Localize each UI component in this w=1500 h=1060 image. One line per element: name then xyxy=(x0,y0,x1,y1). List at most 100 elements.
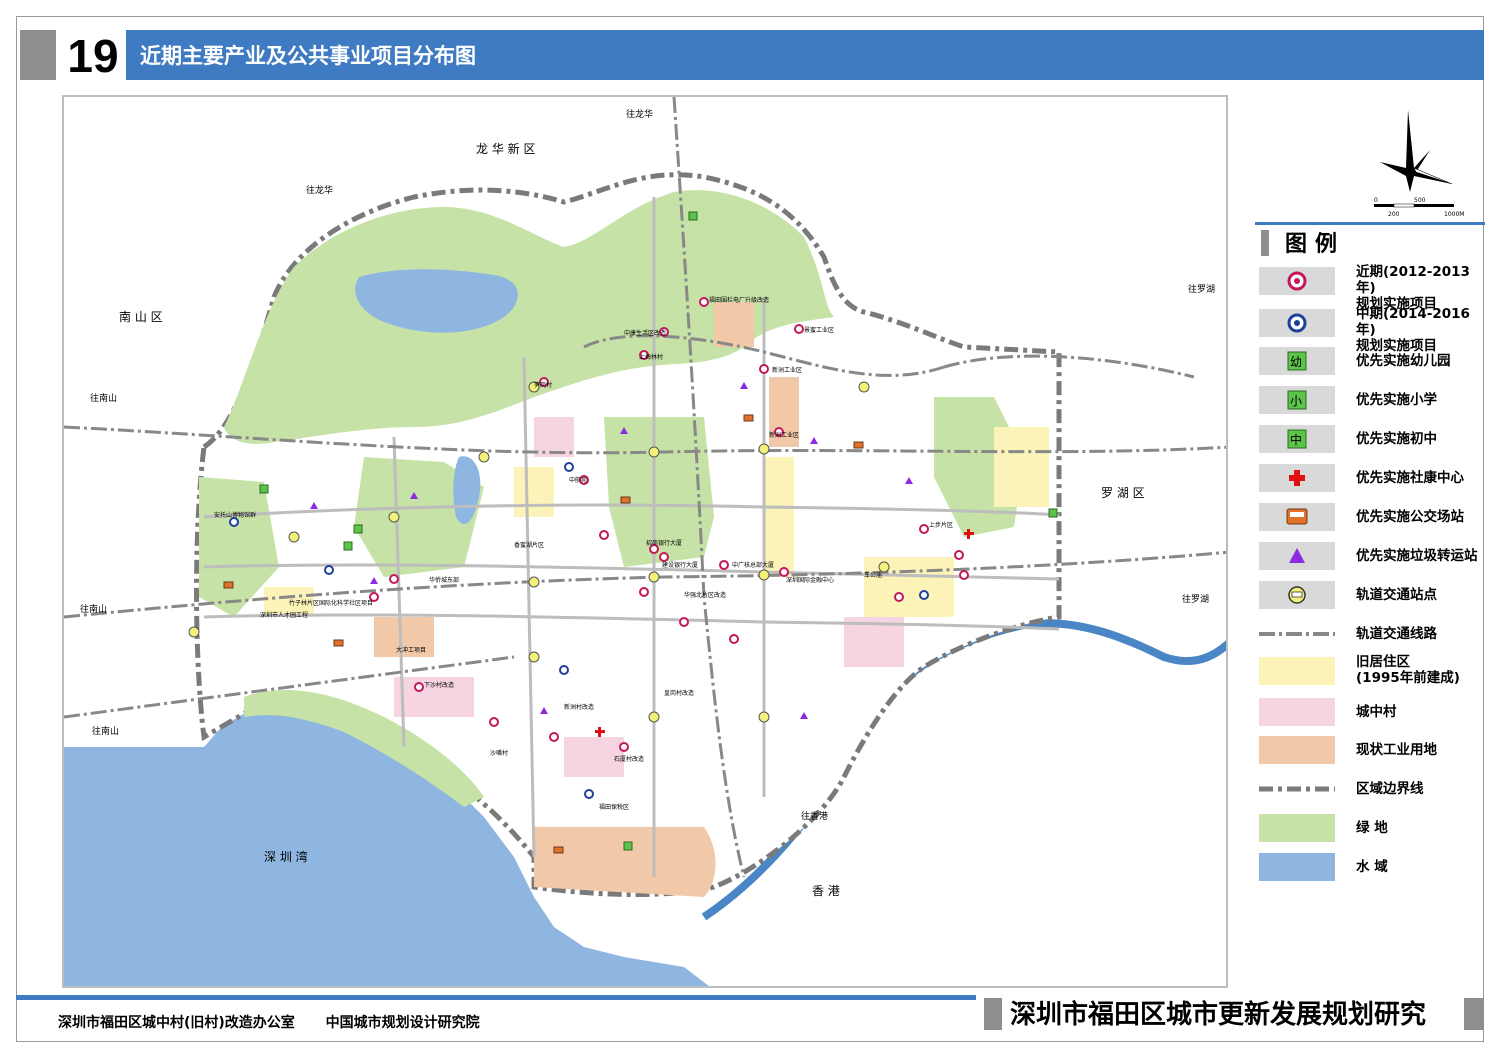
direction-label: 往南山 xyxy=(90,392,117,404)
legend-head-grey xyxy=(1261,230,1269,256)
rail-station-icon xyxy=(1259,581,1335,609)
project-label: 中康生活区改造 xyxy=(624,329,666,337)
legend-label: 轨道交通线路 xyxy=(1356,626,1437,642)
legend-item-mid-term: 中期(2014-2016年) 规划实施项目 xyxy=(1255,306,1485,354)
legend-item-old-housing: 旧居住区 (1995年前建成) xyxy=(1255,654,1485,688)
legend-item-primary: 小 优先实施小学 xyxy=(1255,383,1485,417)
legend-label: 水 域 xyxy=(1356,859,1388,875)
project-label: 新洲村改造 xyxy=(564,703,594,711)
header-grey-block xyxy=(20,30,56,80)
legend-label: 城中村 xyxy=(1356,704,1397,720)
area-label-hongkong: 香 港 xyxy=(812,884,840,898)
legend-item-water: 水 域 xyxy=(1255,850,1485,884)
yellow-area-icon xyxy=(1259,657,1335,685)
project-label: 香蜜湖片区 xyxy=(514,541,544,549)
legend-item-health: 优先实施社康中心 xyxy=(1255,461,1485,495)
footer-bar xyxy=(16,995,976,1000)
legend-item-middle: 中 优先实施初中 xyxy=(1255,422,1485,456)
legend-label: 轨道交通站点 xyxy=(1356,587,1437,603)
kindergarten-glyph: 幼 xyxy=(1290,355,1302,369)
area-label-shenzhenwan: 深 圳 湾 xyxy=(264,849,308,864)
legend-item-kindergarten: 幼 优先实施幼儿园 xyxy=(1255,344,1485,378)
project-label: 景蜜工业区 xyxy=(804,326,834,334)
project-label: 竹子林片区国际化科学社区项目 xyxy=(289,599,373,607)
old-housing-2 xyxy=(864,557,954,617)
legend-label: 优先实施社康中心 xyxy=(1356,470,1464,486)
direction-label: 往南山 xyxy=(92,725,119,737)
kindergarten-icon: 幼 xyxy=(1259,347,1335,375)
project-label: 大冲工项目 xyxy=(396,646,426,654)
direction-label: 往罗湖 xyxy=(1182,593,1209,605)
project-label: 华侨城东部 xyxy=(429,576,459,584)
legend-item-bus: 优先实施公交场站 xyxy=(1255,500,1485,534)
footer-org-2: 中国城市规划设计研究院 xyxy=(325,1015,480,1031)
area-label-longhua: 龙 华 新 区 xyxy=(476,141,535,156)
project-label: 皇岗村改造 xyxy=(664,689,694,697)
old-housing-3 xyxy=(514,467,554,517)
area-label-luohu: 罗 湖 区 xyxy=(1101,485,1145,500)
green-area-icon xyxy=(1259,814,1335,842)
legend-label: 绿 地 xyxy=(1356,820,1388,836)
legend-label: 现状工业用地 xyxy=(1356,742,1437,758)
project-label: 中航苑 xyxy=(569,476,587,484)
project-label: 福田保税区 xyxy=(599,803,629,811)
bus-icon xyxy=(1259,503,1335,531)
red-cross-icon xyxy=(1259,464,1335,492)
project-label: 笋岗村 xyxy=(534,381,552,389)
project-label: 福田围栏电厂升级改造 xyxy=(709,296,769,304)
legend-item-rail-station: 轨道交通站点 xyxy=(1255,578,1485,612)
legend-item-near-term: 近期(2012-2013年) 规划实施项目 xyxy=(1255,264,1485,312)
project-label: 上步片区 xyxy=(929,521,953,529)
area-label-nanshan: 南 山 区 xyxy=(119,309,163,324)
scale-bar: 0 500 200 1000M xyxy=(1370,196,1480,224)
project-label: 车公庙 xyxy=(864,571,882,579)
industrial-patch-1 xyxy=(714,302,754,347)
legend-label: 优先实施幼儿园 xyxy=(1356,353,1451,369)
legend-head-line xyxy=(1255,222,1485,225)
direction-label: 往南山 xyxy=(80,603,107,615)
legend-title: 图例 xyxy=(1285,232,1346,257)
primary-school-icon: 小 xyxy=(1259,386,1335,414)
primary-school-glyph: 小 xyxy=(1290,394,1302,408)
report-title: 深圳市福田区城市更新发展规划研究 xyxy=(1010,1000,1427,1030)
boundary-line-icon xyxy=(1259,775,1335,803)
pink-area-icon xyxy=(1259,698,1335,726)
project-label: 招商银行大厦 xyxy=(646,539,682,547)
legend-label: 优先实施公交场站 xyxy=(1356,509,1464,525)
legend-item-boundary: 区域边界线 xyxy=(1255,772,1485,806)
scale-tick: 500 xyxy=(1414,197,1426,204)
middle-school-glyph: 中 xyxy=(1290,432,1302,447)
legend-label: 区域边界线 xyxy=(1356,781,1424,797)
project-label: 安托山博物馆群 xyxy=(214,511,256,519)
project-label: 华强北片区改造 xyxy=(684,591,726,599)
project-label: 中广核总部大厦 xyxy=(732,561,774,569)
project-label: 深圳市人才园工程 xyxy=(260,611,308,619)
legend-label: 优先实施小学 xyxy=(1356,392,1437,408)
footer-org-1: 深圳市福田区城中村(旧村)改造办公室 xyxy=(58,1015,295,1031)
purple-triangle-icon xyxy=(1259,542,1335,570)
old-housing-4 xyxy=(764,457,794,577)
blue-circle-icon xyxy=(1259,309,1335,337)
map-panel: 龙 华 新 区 南 山 区 罗 湖 区 深 圳 湾 香 港 往龙华 往龙华 往南… xyxy=(62,95,1228,988)
project-label: 新洲工业区 xyxy=(772,366,802,374)
legend-item-urban-village: 城中村 xyxy=(1255,695,1485,729)
footer-organizations: 深圳市福田区城中村(旧村)改造办公室 中国城市规划设计研究院 xyxy=(58,1012,506,1032)
legend-item-rail-line: 轨道交通线路 xyxy=(1255,617,1485,651)
legend-item-garbage: 优先实施垃圾转运站 xyxy=(1255,539,1485,573)
direction-label: 往龙华 xyxy=(306,184,333,196)
map-canvas: 龙 华 新 区 南 山 区 罗 湖 区 深 圳 湾 香 港 往龙华 往龙华 往南… xyxy=(64,97,1226,986)
scale-tick: 0 xyxy=(1374,197,1378,204)
water-area-icon xyxy=(1259,853,1335,881)
project-label: 建设银行大厦 xyxy=(662,561,698,569)
rail-line-icon xyxy=(1259,620,1335,648)
legend-item-industrial: 现状工业用地 xyxy=(1255,733,1485,767)
figure-title: 近期主要产业及公共事业项目分布图 xyxy=(140,44,476,68)
project-label: 下沙村改造 xyxy=(424,681,454,689)
legend-label: 优先实施初中 xyxy=(1356,431,1437,447)
scale-tick: 1000M xyxy=(1444,211,1464,218)
legend-label: 优先实施垃圾转运站 xyxy=(1356,548,1478,564)
scale-tick: 200 xyxy=(1388,211,1400,218)
orange-area-icon xyxy=(1259,736,1335,764)
project-label: 新洲工业区 xyxy=(769,431,799,439)
middle-school-icon: 中 xyxy=(1259,425,1335,453)
